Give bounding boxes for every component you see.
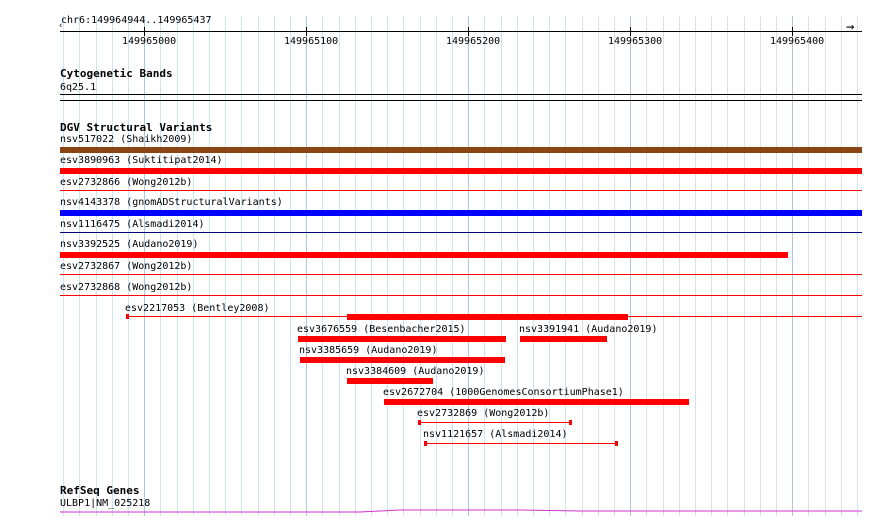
grid-line [727,16,728,516]
feature-label[interactable]: nsv4143378 (gnomADStructuralVariants) [60,197,283,208]
grid-line [776,16,777,516]
grid-line [209,16,210,516]
ruler-axis [60,31,862,32]
refseq-track-title[interactable]: RefSeq Genes [60,485,139,497]
grid-line [711,16,712,516]
variant-end-marker [569,420,572,425]
variant-line[interactable] [425,443,617,444]
variant-bar[interactable] [347,378,433,384]
variant-bar[interactable] [520,336,607,342]
variant-bar[interactable] [347,314,628,320]
variant-line[interactable] [60,295,862,296]
ruler-tick [306,27,307,36]
grid-line [420,16,421,516]
grid-line [679,16,680,516]
genome-browser-view: chr6:149964944..149965437 → ‹ 149965000 … [0,0,890,524]
grid-line [290,16,291,516]
feature-label[interactable]: nsv3385659 (Audano2019) [299,345,437,356]
grid-line [760,16,761,516]
grid-line [436,16,437,516]
grid-line [484,16,485,516]
feature-label[interactable]: esv3676559 (Besenbacher2015) [297,324,466,335]
grid-line [241,16,242,516]
feature-label[interactable]: nsv3391941 (Audano2019) [519,324,657,335]
gene-track-line[interactable] [60,505,862,517]
variant-end-marker [615,441,618,446]
grid-line [533,16,534,516]
feature-label[interactable]: nsv3384609 (Audano2019) [346,366,484,377]
grid-line [501,16,502,516]
grid-line [630,16,631,516]
grid-line [274,16,275,516]
feature-label[interactable]: nsv517022 (Shaikh2009) [60,134,192,145]
grid-line [744,16,745,516]
grid-line [695,16,696,516]
ruler-tick-label: 149965000 [122,36,177,47]
variant-bar[interactable] [298,336,506,342]
feature-label[interactable]: nsv1121657 (Alsmadi2014) [423,429,568,440]
feature-label[interactable]: esv2732867 (Wong2012b) [60,261,192,272]
ruler-tick [144,27,145,36]
variant-bar[interactable] [60,210,862,216]
grid-line [371,16,372,516]
ruler-tick-label: 149965400 [770,36,825,47]
grid-line [663,16,664,516]
feature-label[interactable]: esv2732869 (Wong2012b) [417,408,549,419]
ruler-tick [792,27,793,36]
variant-line[interactable] [60,232,862,233]
grid-line [808,16,809,516]
ruler-tick-label: 149965100 [284,36,339,47]
grid-line [452,16,453,516]
ruler-tick [630,27,631,36]
ruler-tick [468,27,469,36]
grid-line [322,16,323,516]
grid-line [646,16,647,516]
variant-line[interactable] [60,274,862,275]
grid-line [549,16,550,516]
grid-line [306,16,307,516]
variant-bar[interactable] [60,168,862,174]
cytoband-line [60,100,862,101]
grid-line [355,16,356,516]
ruler-tick-label: 149965200 [446,36,501,47]
feature-label[interactable]: esv2672704 (1000GenomesConsortiumPhase1) [383,387,624,398]
grid-line [339,16,340,516]
grid-line [258,16,259,516]
region-label: chr6:149964944..149965437 [61,15,212,26]
feature-label[interactable]: esv2732866 (Wong2012b) [60,177,192,188]
grid-line [825,16,826,516]
cytoband-line [60,94,862,95]
feature-label[interactable]: esv3890963 (Suktitipat2014) [60,155,223,166]
dgv-track-title[interactable]: DGV Structural Variants [60,122,212,134]
feature-label[interactable]: esv2217053 (Bentley2008) [125,303,270,314]
variant-line[interactable] [419,422,571,423]
grid-line [468,16,469,516]
variant-bar[interactable] [300,357,505,363]
grid-line [598,16,599,516]
variant-line[interactable] [60,190,862,191]
feature-label[interactable]: esv2732868 (Wong2012b) [60,282,192,293]
grid-line [841,16,842,516]
grid-line [403,16,404,516]
grid-line [193,16,194,516]
variant-bar[interactable] [384,399,689,405]
variant-bar[interactable] [60,147,862,153]
ruler-tick-label: 149965300 [608,36,663,47]
cytoband-track-title[interactable]: Cytogenetic Bands [60,68,173,80]
cytoband-label[interactable]: 6q25.1 [60,82,96,93]
grid-line [387,16,388,516]
grid-line [565,16,566,516]
grid-line [225,16,226,516]
grid-line [857,16,858,516]
grid-line [792,16,793,516]
grid-line [517,16,518,516]
feature-label[interactable]: nsv1116475 (Alsmadi2014) [60,219,205,230]
feature-label[interactable]: nsv3392525 (Audano2019) [60,239,198,250]
variant-bar[interactable] [60,252,788,258]
grid-line [582,16,583,516]
